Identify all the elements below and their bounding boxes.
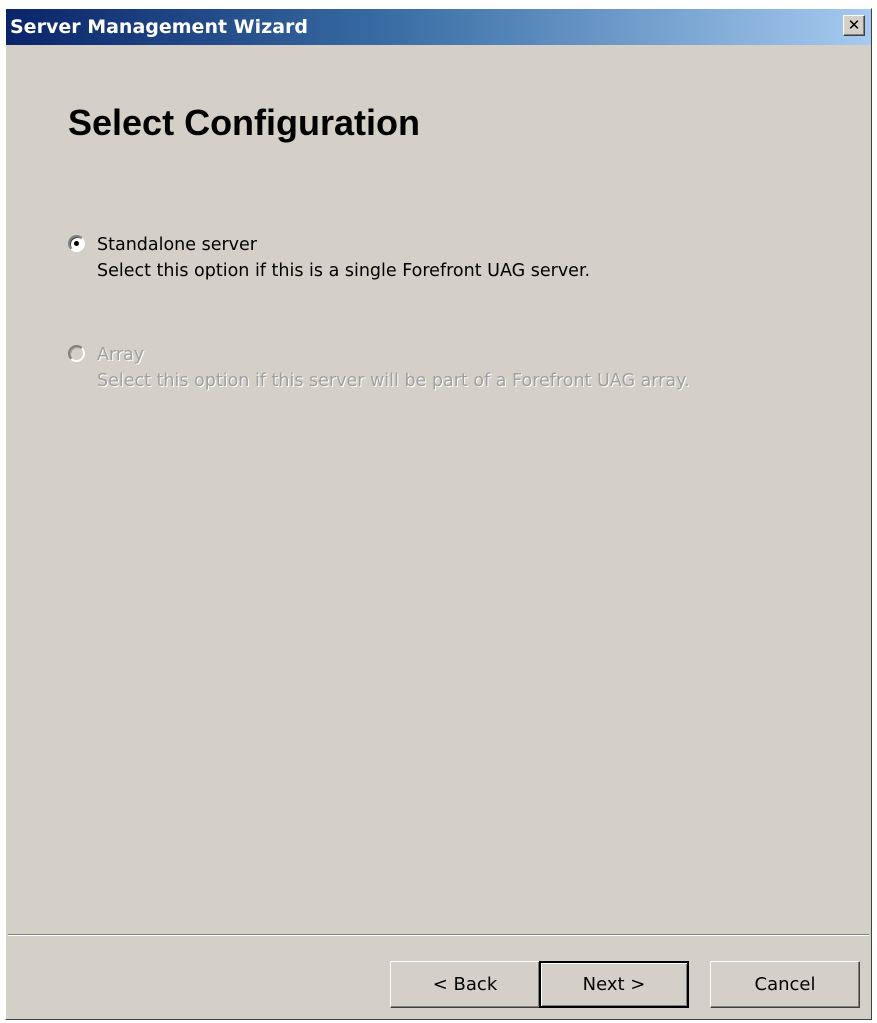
title-bar[interactable]: Server Management Wizard ✕	[6, 9, 871, 45]
close-icon: ✕	[847, 16, 861, 34]
cancel-button[interactable]: Cancel	[710, 961, 860, 1008]
standalone-server-text: Standalone server Select this option if …	[97, 232, 707, 284]
back-button[interactable]: < Back	[390, 961, 540, 1008]
array-option: Array Select this option if this server …	[68, 342, 707, 394]
standalone-server-label[interactable]: Standalone server	[97, 235, 257, 255]
close-button[interactable]: ✕	[843, 15, 865, 36]
array-description: Select this option if this server will b…	[97, 371, 690, 391]
page-title: Select Configuration	[68, 102, 421, 143]
standalone-server-option[interactable]: Standalone server Select this option if …	[68, 232, 707, 284]
array-radio	[68, 345, 85, 362]
array-text: Array Select this option if this server …	[97, 342, 707, 394]
array-label: Array	[97, 345, 145, 365]
standalone-server-radio[interactable]	[68, 235, 85, 252]
next-button[interactable]: Next >	[539, 961, 689, 1008]
footer-divider	[8, 934, 869, 936]
standalone-server-description: Select this option if this is a single F…	[97, 261, 591, 281]
window-title: Server Management Wizard	[10, 16, 308, 38]
server-management-wizard-dialog: Server Management Wizard ✕ Select Config…	[5, 8, 872, 1020]
